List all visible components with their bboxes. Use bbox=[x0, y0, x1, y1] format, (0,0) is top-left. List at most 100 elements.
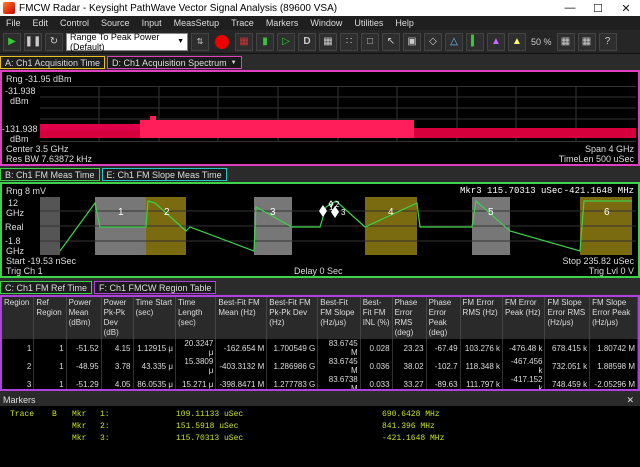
maximize-button[interactable]: ☐ bbox=[584, 2, 612, 15]
fm-plot: 1 2 3 4 5 6 1 2 3 bbox=[40, 197, 636, 255]
table-row[interactable]: 1 1 -51.52 4.15 1.12915 μ 20.3247 μ -162.654 M… bbox=[2, 339, 638, 357]
peak-icon[interactable]: △ bbox=[445, 32, 463, 51]
fm-delay: Delay 0 Sec bbox=[294, 266, 343, 276]
spectrum-resbw: Res BW 7.63872 kHz bbox=[6, 154, 93, 164]
d-icon[interactable]: D bbox=[298, 32, 316, 51]
marker-row-y: -421.1648 MHz bbox=[382, 434, 445, 443]
fm-ybot: -1.8 bbox=[5, 236, 21, 246]
markers-on-trace: 1 2 3 bbox=[319, 200, 346, 218]
fm-trig: Trig Ch 1 bbox=[6, 266, 43, 276]
spectrum-ytop: -31.938 bbox=[5, 86, 36, 96]
col-bf-fm-mean[interactable]: Best-Fit FM Mean (Hz) bbox=[215, 297, 268, 339]
col-time-start[interactable]: Time Start (sec) bbox=[133, 297, 176, 339]
restart-icon[interactable]: ↻ bbox=[45, 32, 63, 51]
fm-time-panel: Rng 8 mV Mkr3 115.70313 uSec -421.1648 M… bbox=[0, 182, 640, 278]
table-cell: 4.15 bbox=[101, 339, 134, 357]
menu-help[interactable]: Help bbox=[389, 18, 420, 28]
col-phase-rms[interactable]: Phase Error RMS (deg) bbox=[392, 297, 427, 339]
region-label-6: 6 bbox=[604, 207, 610, 218]
col-fm-err-rms[interactable]: FM Error RMS (Hz) bbox=[460, 297, 504, 339]
zoom-icon[interactable]: ▣ bbox=[403, 32, 421, 51]
table-cell: -162.654 M bbox=[215, 339, 268, 357]
spectrum-plot bbox=[40, 86, 636, 142]
col-slope-err-rms[interactable]: FM Slope Error RMS (Hz/μs) bbox=[544, 297, 591, 339]
layout-icon[interactable]: ▦ bbox=[319, 32, 337, 51]
menu-markers[interactable]: Markers bbox=[260, 18, 305, 28]
col-power-mean[interactable]: Power Mean (dBm) bbox=[66, 297, 102, 339]
menu-control[interactable]: Control bbox=[54, 18, 95, 28]
menu-window[interactable]: Window bbox=[304, 18, 348, 28]
col-power-pkpk[interactable]: Power Pk-Pk Dev (dB) bbox=[101, 297, 134, 339]
table-cell: -89.63 bbox=[426, 375, 461, 389]
table-row[interactable]: 3 1 -51.29 4.05 86.0535 μ 15.271 μ -398.8471 M… bbox=[2, 375, 638, 389]
grid-icon[interactable]: ▦ bbox=[577, 32, 596, 51]
spectrum-timelen: TimeLen 500 uSec bbox=[558, 154, 634, 164]
table-cell: 1.80742 M bbox=[589, 339, 638, 357]
tab-fm-slope-meas-time[interactable]: E: Ch1 FM Slope Meas Time bbox=[101, 168, 227, 181]
table-cell: 83.6745 M bbox=[317, 357, 361, 375]
chevron-down-icon: ▼ bbox=[177, 38, 184, 45]
close-icon[interactable]: ✕ bbox=[626, 395, 634, 406]
table-cell: 38.02 bbox=[392, 357, 427, 375]
record-icon[interactable] bbox=[215, 34, 229, 49]
col-bf-fm-pkpk[interactable]: Best-Fit FM Pk-Pk Dev (Hz) bbox=[266, 297, 319, 339]
help-icon[interactable]: ? bbox=[598, 32, 617, 51]
autorange-icon[interactable]: ⇅ bbox=[191, 32, 209, 51]
menu-edit[interactable]: Edit bbox=[27, 18, 55, 28]
marker-row-name: Mkr bbox=[72, 410, 87, 419]
close-button[interactable]: ✕ bbox=[612, 2, 640, 15]
tab-fm-ref-time[interactable]: C: Ch1 FM Ref Time bbox=[0, 281, 93, 294]
range-select-value: Range To Peak Power (Default) bbox=[70, 31, 160, 52]
tab-fmcw-region-table[interactable]: F: Ch1 FMCW Region Table bbox=[94, 281, 217, 294]
table-cell: 1 bbox=[33, 357, 67, 375]
table-cell: 1 bbox=[33, 375, 67, 389]
menu-meassetup[interactable]: MeasSetup bbox=[168, 18, 226, 28]
network-icon[interactable]: ∷ bbox=[340, 32, 358, 51]
table-cell: 732.051 k bbox=[544, 357, 591, 375]
col-bf-fm-inl[interactable]: Best-Fit FM INL (%) bbox=[360, 297, 393, 339]
col-time-length[interactable]: Time Length (sec) bbox=[175, 297, 217, 339]
region-label-5: 5 bbox=[488, 207, 494, 218]
col-bf-fm-slope[interactable]: Best-Fit FM Slope (Hz/μs) bbox=[317, 297, 361, 339]
col-ref-region[interactable]: Ref Region bbox=[33, 297, 67, 339]
table-row[interactable]: 2 1 -48.95 3.78 43.335 μ 15.3809 μ -403.3132 M… bbox=[2, 357, 638, 375]
fit-icon[interactable]: ▦ bbox=[556, 32, 575, 51]
range-select[interactable]: Range To Peak Power (Default) ▼ bbox=[66, 31, 188, 52]
col-fm-err-peak[interactable]: FM Error Peak (Hz) bbox=[502, 297, 546, 339]
spectrum-icon[interactable]: ▲ bbox=[487, 32, 505, 51]
bars-icon[interactable]: ▍ bbox=[466, 32, 484, 51]
table-cell: -48.95 bbox=[66, 357, 102, 375]
tab-acquisition-spectrum[interactable]: D: Ch1 Acquisition Spectrum ▼ bbox=[107, 56, 242, 69]
recording-icon[interactable]: ▦ bbox=[235, 32, 253, 51]
waterfall-icon[interactable]: ▲ bbox=[508, 32, 526, 51]
region-labels: 1 2 3 4 5 6 bbox=[118, 207, 610, 218]
table-cell: -403.3132 M bbox=[215, 357, 268, 375]
tab-acquisition-time[interactable]: A: Ch1 Acquisition Time bbox=[0, 56, 106, 69]
table-cell: 83.6745 M bbox=[317, 339, 361, 357]
minimize-button[interactable]: — bbox=[556, 2, 584, 14]
menu-trace[interactable]: Trace bbox=[225, 18, 260, 28]
source-icon[interactable]: ▮ bbox=[256, 32, 274, 51]
marker-3-label: 3 bbox=[341, 208, 346, 217]
fm-start: Start -19.53 nSec bbox=[6, 256, 77, 266]
pause-icon[interactable]: ❚❚ bbox=[24, 32, 42, 51]
col-phase-peak[interactable]: Phase Error Peak (deg) bbox=[426, 297, 461, 339]
menu-input[interactable]: Input bbox=[136, 18, 168, 28]
col-region[interactable]: Region bbox=[2, 297, 35, 339]
select-icon[interactable]: □ bbox=[361, 32, 379, 51]
region-table: Region Ref Region Power Mean (dBm) Power… bbox=[2, 297, 638, 389]
marker-icon[interactable]: ◇ bbox=[424, 32, 442, 51]
col-slope-err-peak[interactable]: FM Slope Error Peak (Hz/μs) bbox=[589, 297, 638, 339]
chevron-down-icon: ▼ bbox=[230, 59, 237, 66]
tab-fm-meas-time[interactable]: B: Ch1 FM Meas Time bbox=[0, 168, 100, 181]
menu-utilities[interactable]: Utilities bbox=[348, 18, 389, 28]
fm-ytop: 12 bbox=[8, 198, 19, 208]
play-source-icon[interactable]: ▷ bbox=[277, 32, 295, 51]
menu-file[interactable]: File bbox=[0, 18, 27, 28]
table-cell: 0.033 bbox=[360, 375, 393, 389]
region-table-panel: Region Ref Region Power Mean (dBm) Power… bbox=[0, 295, 640, 391]
pointer-icon[interactable]: ↖ bbox=[382, 32, 400, 51]
play-icon[interactable]: ▶ bbox=[3, 32, 21, 51]
menu-source[interactable]: Source bbox=[95, 18, 136, 28]
window-title: FMCW Radar - Keysight PathWave Vector Si… bbox=[19, 2, 338, 14]
